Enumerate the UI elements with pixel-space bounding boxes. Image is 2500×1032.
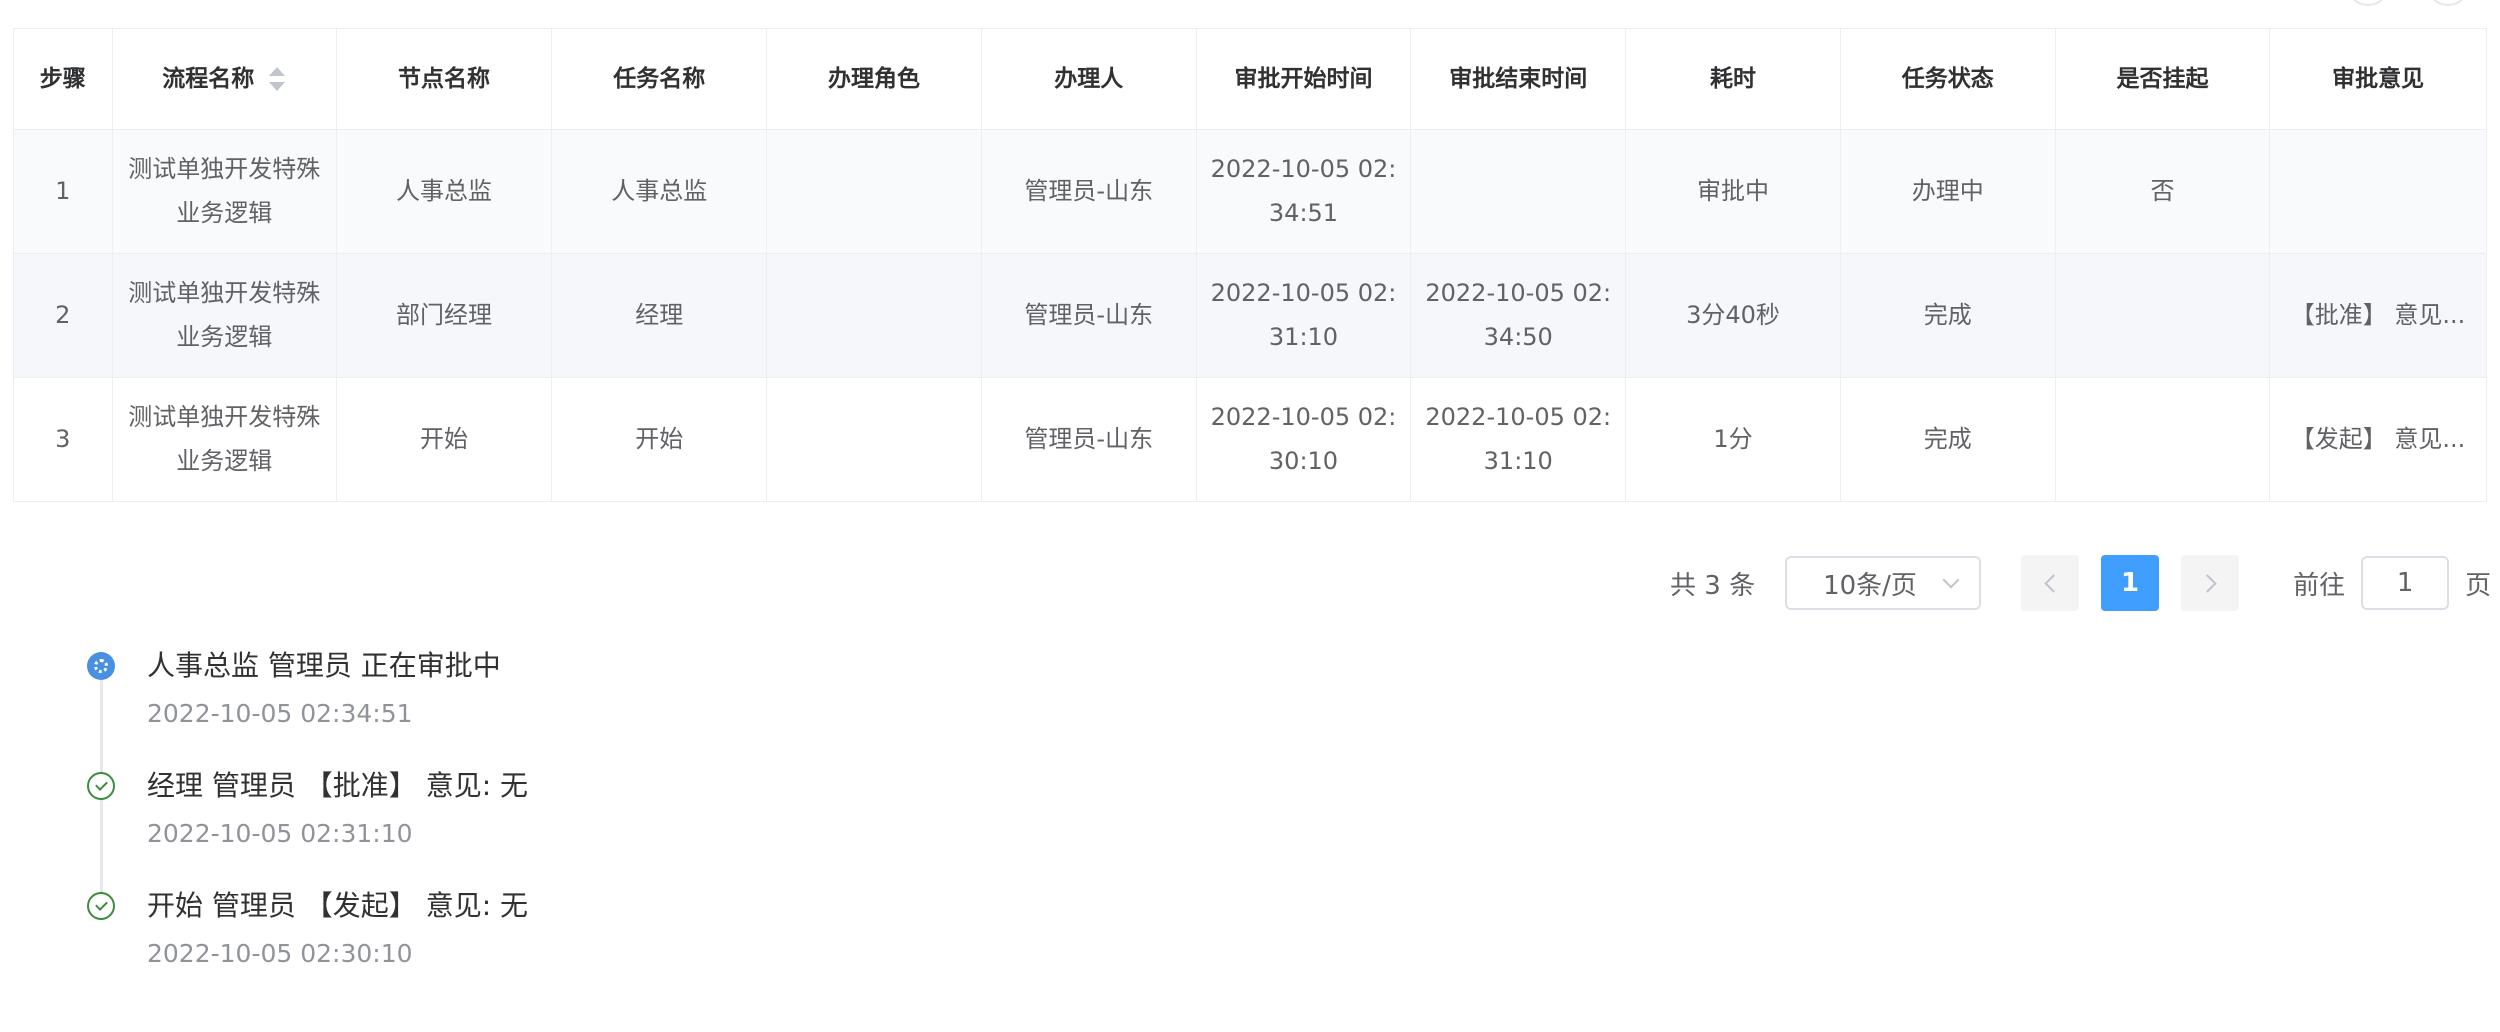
timeline-content: 人事总监 管理员 正在审批中 2022-10-05 02:34:51: [147, 640, 501, 736]
header-node-name: 节点名称: [336, 29, 553, 130]
page: 步骤 流程名称 节点名称 任务名称 办理角色 办理人 审批开始时间 审批结束时间…: [0, 0, 2500, 1032]
page-jumper: 前往 页: [2293, 556, 2491, 610]
timeline-timestamp: 2022-10-05 02:30:10: [147, 939, 413, 968]
cell-duration: 审批中: [1625, 129, 1841, 254]
header-handler: 办理人: [981, 29, 1197, 130]
pagination-total: 共 3 条: [1670, 570, 1756, 601]
goto-suffix: 页: [2465, 570, 2492, 601]
page-number-button[interactable]: 1: [2101, 555, 2160, 611]
cell-suspended: [2055, 253, 2271, 378]
cell-task-name: 开始: [551, 377, 768, 501]
header-duration: 耗时: [1625, 29, 1841, 130]
cell-task-status: 办理中: [1840, 129, 2056, 254]
timeline-title: 人事总监 管理员 正在审批中: [147, 649, 501, 682]
cell-suspended: 否: [2055, 129, 2271, 254]
cell-step: 1: [14, 129, 113, 254]
next-page-button[interactable]: [2181, 555, 2240, 611]
header-process-name-label: 流程名称: [162, 65, 255, 92]
header-task-name: 任务名称: [551, 29, 768, 130]
chevron-right-icon: [2197, 573, 2217, 593]
timeline-item: 经理 管理员 【批准】 意见: 无 2022-10-05 02:31:10: [84, 760, 984, 880]
cell-node-name: 开始: [336, 377, 553, 501]
table-row[interactable]: 3 测试单独开发特殊业务逻辑 开始 开始 管理员-山东 2022-10-05 0…: [14, 377, 2486, 501]
cell-handler: 管理员-山东: [981, 253, 1197, 378]
cell-process-name: 测试单独开发特殊业务逻辑: [112, 253, 337, 378]
cell-node-name: 人事总监: [336, 129, 553, 254]
timeline-item: 开始 管理员 【发起】 意见: 无 2022-10-05 02:30:10: [84, 880, 984, 1000]
timeline-title: 开始 管理员 【发起】 意见: 无: [147, 889, 529, 922]
approval-timeline: 人事总监 管理员 正在审批中 2022-10-05 02:34:51 经理 管理…: [84, 640, 984, 1000]
timeline-content: 开始 管理员 【发起】 意见: 无 2022-10-05 02:30:10: [147, 880, 528, 976]
chevron-down-icon: [1942, 571, 1960, 589]
cell-task-status: 完成: [1840, 253, 2056, 378]
cell-task-name: 人事总监: [551, 129, 768, 254]
timeline-timestamp: 2022-10-05 02:34:51: [147, 699, 413, 728]
cell-end-time: [1410, 129, 1627, 254]
cell-duration: 1分: [1625, 377, 1841, 501]
cell-opinion: [2269, 129, 2486, 254]
header-suspended: 是否挂起: [2055, 29, 2271, 130]
pagination: 共 3 条 10条/页 1 前往 页: [1670, 555, 2491, 611]
cell-end-time: 2022-10-05 02:34:50: [1410, 253, 1627, 378]
cell-opinion: 【批准】 意见...: [2269, 253, 2486, 378]
prev-page-button[interactable]: [2021, 555, 2080, 611]
page-size-value: 10条/页: [1823, 570, 1917, 601]
header-process-name[interactable]: 流程名称: [112, 29, 337, 130]
check-circle-icon: [87, 772, 115, 800]
header-role: 办理角色: [766, 29, 982, 130]
cell-opinion: 【发起】 意见...: [2270, 377, 2486, 501]
header-task-status: 任务状态: [1840, 29, 2056, 130]
approval-history-table: 步骤 流程名称 节点名称 任务名称 办理角色 办理人 审批开始时间 审批结束时间…: [13, 28, 2487, 502]
cell-opinion-text: 【发起】 意见...: [2290, 425, 2466, 454]
cell-step: 2: [14, 253, 113, 378]
cell-opinion-text: 【批准】 意见...: [2290, 301, 2466, 329]
timeline-content: 经理 管理员 【批准】 意见: 无 2022-10-05 02:31:10: [147, 760, 528, 856]
cell-node-name: 部门经理: [336, 253, 553, 378]
goto-prefix: 前往: [2293, 570, 2346, 601]
cell-role: [766, 377, 982, 501]
partial-icon[interactable]: [2426, 0, 2470, 6]
cell-role: [766, 253, 982, 378]
partial-icon[interactable]: [2346, 0, 2390, 6]
cell-handler: 管理员-山东: [981, 377, 1197, 501]
cell-start-time: 2022-10-05 02:31:10: [1196, 253, 1412, 378]
cell-start-time: 2022-10-05 02:30:10: [1196, 377, 1412, 501]
cell-task-status: 完成: [1840, 377, 2056, 501]
header-end-time: 审批结束时间: [1410, 29, 1627, 130]
header-start-time: 审批开始时间: [1196, 29, 1412, 130]
cell-step: 3: [14, 377, 113, 501]
check-circle-icon: [87, 892, 115, 920]
cell-end-time: 2022-10-05 02:31:10: [1410, 377, 1627, 501]
page-size-select[interactable]: 10条/页: [1785, 556, 1982, 610]
cell-duration: 3分40秒: [1625, 253, 1841, 378]
timeline-title: 经理 管理员 【批准】 意见: 无: [147, 769, 529, 802]
sort-icon[interactable]: [268, 66, 286, 92]
cell-start-time: 2022-10-05 02:34:51: [1196, 129, 1412, 254]
cell-role: [766, 129, 982, 254]
table-row[interactable]: 2 测试单独开发特殊业务逻辑 部门经理 经理 管理员-山东 2022-10-05…: [14, 253, 2486, 378]
table-header-row: 步骤 流程名称 节点名称 任务名称 办理角色 办理人 审批开始时间 审批结束时间…: [14, 29, 2486, 130]
cell-suspended: [2055, 377, 2271, 501]
goto-page-input[interactable]: [2361, 556, 2450, 610]
chevron-left-icon: [2043, 573, 2063, 593]
cell-task-name: 经理: [551, 253, 768, 378]
header-opinion: 审批意见: [2269, 29, 2486, 130]
timeline-item: 人事总监 管理员 正在审批中 2022-10-05 02:34:51: [84, 640, 984, 760]
table-row[interactable]: 1 测试单独开发特殊业务逻辑 人事总监 人事总监 管理员-山东 2022-10-…: [14, 129, 2486, 254]
loading-icon: [87, 652, 115, 680]
cell-handler: 管理员-山东: [981, 129, 1197, 254]
cell-process-name: 测试单独开发特殊业务逻辑: [112, 377, 337, 501]
header-step: 步骤: [14, 29, 113, 130]
timeline-timestamp: 2022-10-05 02:31:10: [147, 819, 413, 848]
cell-process-name: 测试单独开发特殊业务逻辑: [112, 129, 337, 254]
